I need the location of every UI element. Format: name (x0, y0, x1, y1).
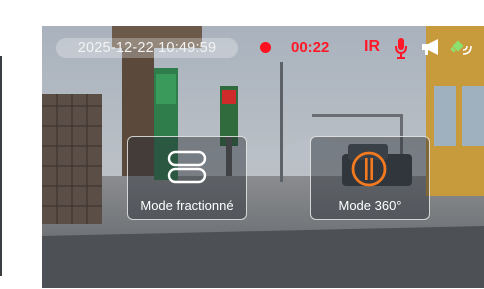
mode-split-label: Mode fractionné (140, 198, 234, 213)
panorama-360-icon (351, 151, 387, 187)
recording-dot-icon (260, 42, 271, 53)
megaphone-icon (422, 39, 438, 55)
mode-split-button[interactable]: Mode fractionné (127, 136, 247, 220)
ir-indicator: IR (364, 38, 380, 55)
mode-360-label: Mode 360° (338, 198, 402, 213)
timestamp: 2025-12-22 10:49:59 (56, 38, 238, 58)
mode-360-button[interactable]: Mode 360° (310, 136, 430, 220)
recording-time: 00:22 (291, 39, 330, 56)
microphone-icon (395, 38, 407, 59)
split-view-icon (167, 150, 207, 184)
gps-signal-icon (450, 40, 472, 55)
left-edge (0, 56, 2, 276)
